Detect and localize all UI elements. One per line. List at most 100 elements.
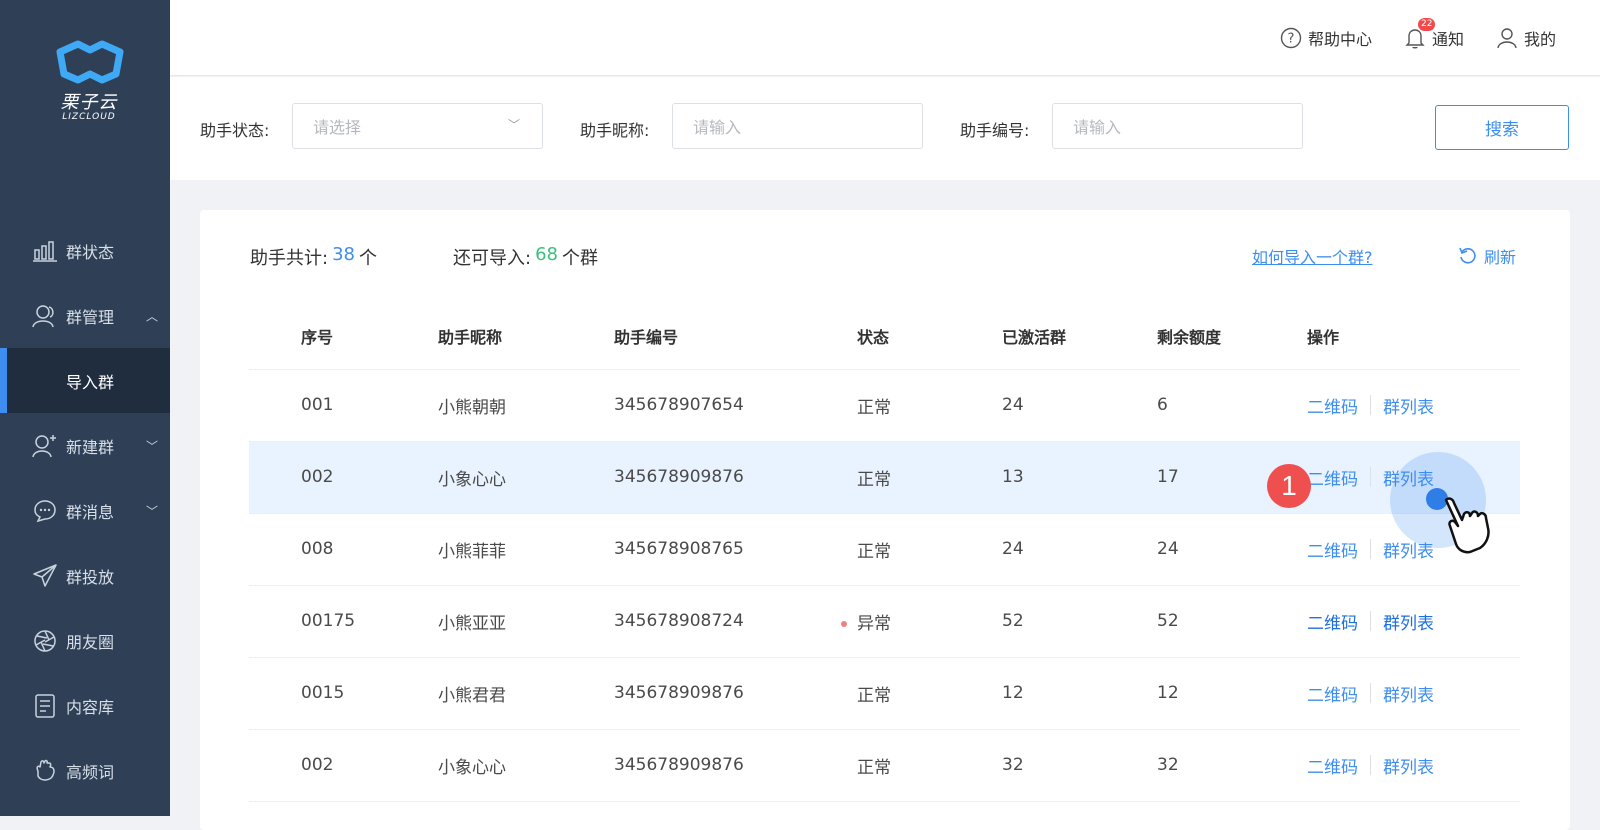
cell-remaining: 52 [1156, 585, 1306, 658]
sidebar-subitem-import-group[interactable]: 导入群 [0, 348, 170, 413]
table-row: 002 小象心心 345678909876 正常 32 32 二维码 群列表 [249, 729, 1520, 802]
cell-remaining: 24 [1156, 513, 1306, 586]
cell-status: 正常 [856, 513, 1001, 586]
help-label: 帮助中心 [1307, 30, 1372, 49]
col-header-index: 序号 [249, 304, 437, 370]
import-label: 还可导入: [452, 248, 532, 269]
col-header-status: 状态 [856, 304, 1001, 370]
sidebar-item-label: 导入群 [66, 372, 115, 392]
cell-activated: 13 [1001, 441, 1156, 514]
qr-code-link[interactable]: 二维码 [1307, 393, 1358, 418]
sidebar-item-label: 群投放 [66, 567, 115, 587]
sidebar-item-content-library[interactable]: 内容库 [0, 673, 170, 738]
profile-link[interactable]: 我的 [1496, 26, 1556, 50]
user-icon [1497, 28, 1517, 49]
aperture-icon [32, 628, 58, 654]
qr-code-link[interactable]: 二维码 [1307, 465, 1358, 490]
sidebar-item-group-manage[interactable]: 群管理 ︿ [0, 283, 170, 348]
sidebar-item-new-group[interactable]: 新建群 ﹀ [0, 413, 170, 478]
table-header-row: 序号 助手昵称 助手编号 状态 已激活群 剩余额度 操作 [249, 304, 1520, 370]
nickname-input[interactable]: 请输入 [672, 103, 923, 149]
status-select-placeholder: 请选择 [313, 118, 362, 137]
qr-code-link[interactable]: 二维码 [1307, 609, 1358, 634]
cell-remaining: 12 [1156, 657, 1306, 730]
summary-bar: 助手共计: 38 个 还可导入: 68 个群 [250, 244, 598, 270]
cell-nickname: 小象心心 [437, 441, 613, 514]
notification-label: 通知 [1431, 30, 1464, 49]
sidebar-item-group-message[interactable]: 群消息 ﹀ [0, 478, 170, 543]
col-header-activated: 已激活群 [1001, 304, 1156, 370]
pointer-hand-icon [1444, 497, 1490, 554]
qr-code-link[interactable]: 二维码 [1307, 753, 1358, 778]
import-unit: 个群 [561, 248, 598, 269]
cell-status: 异常 [857, 613, 891, 634]
sidebar: 栗子云 LIZCLOUD 群状态 群管理 ︿ 导入群 新建群 ﹀ 群消息 ﹀ 群… [0, 0, 170, 816]
cell-activated: 52 [1001, 585, 1156, 658]
refresh-label: 刷新 [1484, 248, 1517, 267]
bar-chart-icon [32, 238, 58, 264]
table-row: 001 小熊朝朝 345678907654 正常 24 6 二维码 群列表 [249, 369, 1520, 442]
cell-code: 345678909876 [613, 729, 856, 802]
sidebar-item-group-delivery[interactable]: 群投放 [0, 543, 170, 608]
top-header: ? 帮助中心 22 通知 我的 [170, 0, 1600, 76]
code-input-placeholder: 请输入 [1073, 118, 1122, 137]
cell-code: 345678908765 [613, 513, 856, 586]
step-marker: 1 [1267, 464, 1311, 508]
qr-code-link[interactable]: 二维码 [1307, 681, 1358, 706]
status-select[interactable]: 请选择 ﹀ [292, 103, 543, 149]
cell-code: 345678907654 [613, 369, 856, 442]
total-count: 38 [332, 244, 355, 265]
group-list-link[interactable]: 群列表 [1383, 681, 1434, 706]
cell-nickname: 小熊朝朝 [437, 369, 613, 442]
sidebar-item-label: 新建群 [66, 437, 115, 457]
filter-bar: 助手状态: 请选择 ﹀ 助手昵称: 请输入 助手编号: 请输入 搜索 [170, 77, 1600, 180]
cell-code: 345678909876 [613, 657, 856, 730]
table-row: 0015 小熊君君 345678909876 正常 12 12 二维码 群列表 [249, 657, 1520, 730]
group-list-link[interactable]: 群列表 [1383, 609, 1434, 634]
assistant-table: 序号 助手昵称 助手编号 状态 已激活群 剩余额度 操作 001 小熊朝朝 34… [249, 304, 1520, 802]
cell-nickname: 小象心心 [437, 729, 613, 802]
total-label: 助手共计: [250, 248, 329, 269]
cell-remaining: 6 [1156, 369, 1306, 442]
refresh-button[interactable]: 刷新 [1458, 244, 1516, 268]
group-list-link[interactable]: 群列表 [1383, 753, 1434, 778]
brand-name-en: LIZCLOUD [62, 112, 116, 122]
table-row-highlighted: 002 小象心心 345678909876 正常 13 17 二维码 群列表 [249, 441, 1520, 514]
col-header-remaining: 剩余额度 [1156, 304, 1306, 370]
total-unit: 个 [358, 248, 377, 269]
hand-icon [32, 758, 58, 784]
help-icon: ? [1280, 27, 1302, 49]
sidebar-nav: 群状态 群管理 ︿ 导入群 新建群 ﹀ 群消息 ﹀ 群投放 朋友圈 内容库 高频… [0, 218, 170, 803]
col-header-code: 助手编号 [613, 304, 856, 370]
sidebar-item-label: 群状态 [66, 242, 115, 262]
sidebar-item-label: 高频词 [66, 762, 115, 782]
sidebar-item-label: 群消息 [66, 502, 115, 522]
sidebar-item-label: 内容库 [66, 697, 115, 717]
brand-logo[interactable]: 栗子云 LIZCLOUD [54, 40, 124, 122]
nickname-filter-label: 助手昵称: [580, 121, 650, 140]
cell-index: 001 [249, 369, 437, 442]
help-center-link[interactable]: ? 帮助中心 [1280, 26, 1372, 50]
code-filter-label: 助手编号: [960, 121, 1030, 140]
sidebar-item-moments[interactable]: 朋友圈 [0, 608, 170, 673]
table-row: 00175 小熊亚亚 345678908724 异常 52 52 二维码 群列表 [249, 585, 1520, 658]
notification-link[interactable]: 22 通知 [1404, 18, 1464, 50]
assistant-list-card: 助手共计: 38 个 还可导入: 68 个群 如何导入一个群? 刷新 序号 助手… [200, 210, 1570, 830]
how-to-import-link[interactable]: 如何导入一个群? [1252, 244, 1373, 268]
cell-code: 345678909876 [613, 441, 856, 514]
group-list-link[interactable]: 群列表 [1383, 393, 1434, 418]
cell-index: 002 [249, 729, 437, 802]
code-input[interactable]: 请输入 [1052, 103, 1303, 149]
paper-plane-icon [32, 563, 58, 589]
sidebar-item-group-status[interactable]: 群状态 [0, 218, 170, 283]
cloud-logo-icon [56, 40, 124, 84]
cell-nickname: 小熊亚亚 [437, 585, 613, 658]
search-button[interactable]: 搜索 [1435, 105, 1569, 150]
cell-remaining: 32 [1156, 729, 1306, 802]
sidebar-item-frequent-words[interactable]: 高频词 [0, 738, 170, 803]
qr-code-link[interactable]: 二维码 [1307, 537, 1358, 562]
cell-nickname: 小熊君君 [437, 657, 613, 730]
chevron-up-icon: ︿ [145, 309, 158, 323]
cell-activated: 24 [1001, 513, 1156, 586]
chevron-down-icon: ﹀ [145, 439, 158, 453]
